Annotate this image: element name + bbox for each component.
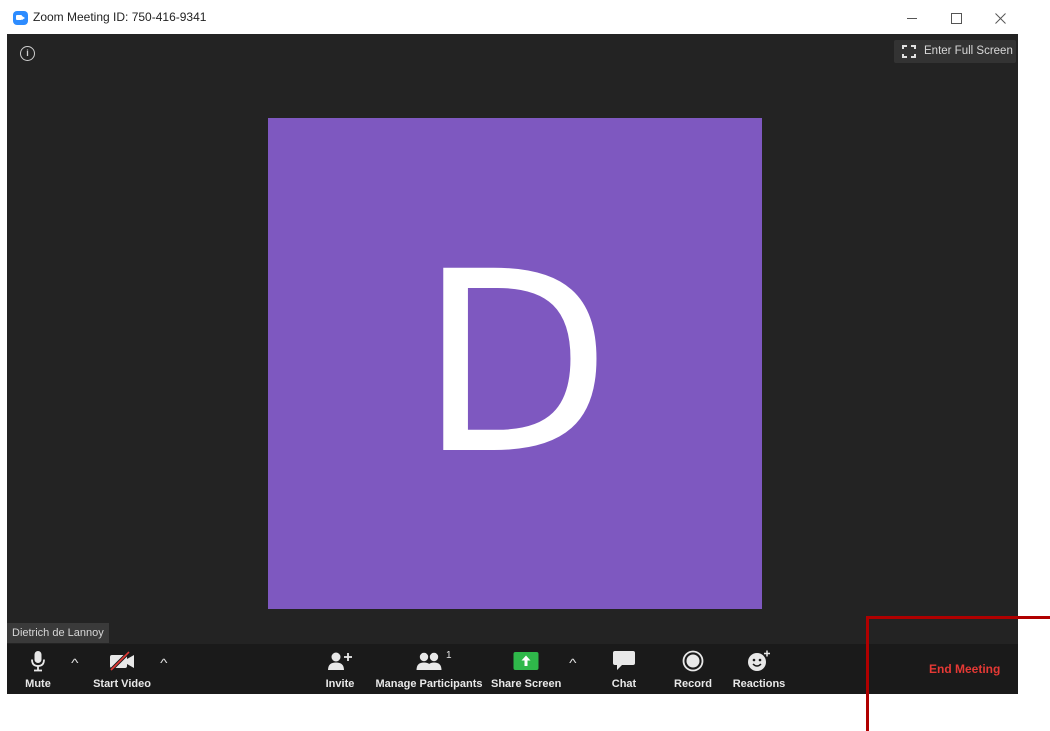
enter-full-screen-label: Enter Full Screen: [924, 45, 1013, 57]
minimize-icon: [907, 17, 917, 19]
minimize-button[interactable]: [892, 4, 932, 30]
window-title: Zoom Meeting ID: 750-416-9341: [33, 10, 207, 24]
invite-label: Invite: [325, 678, 355, 690]
close-button[interactable]: [980, 4, 1020, 30]
chat-label: Chat: [611, 678, 637, 690]
reactions-label: Reactions: [732, 678, 786, 690]
record-label: Record: [674, 678, 712, 690]
invite-button[interactable]: Invite: [320, 644, 360, 694]
annotation-line-vertical: [866, 616, 869, 731]
close-icon: [994, 12, 1006, 24]
maximize-icon: [950, 12, 962, 24]
info-icon[interactable]: i: [20, 46, 35, 61]
microphone-icon: [31, 651, 45, 672]
share-screen-icon: [513, 652, 539, 670]
audio-options-caret[interactable]: ^: [71, 656, 78, 670]
enter-full-screen-button[interactable]: Enter Full Screen: [894, 40, 1016, 63]
fullscreen-icon: [902, 45, 916, 58]
manage-participants-label: Manage Participants: [375, 678, 483, 690]
end-meeting-button[interactable]: End Meeting: [929, 662, 1000, 676]
record-icon: [682, 650, 704, 672]
maximize-button[interactable]: [936, 4, 976, 30]
participants-icon: [416, 652, 442, 670]
participants-count: 1: [446, 650, 452, 661]
participant-name-tag: Dietrich de Lannoy: [7, 623, 109, 643]
video-options-caret[interactable]: ^: [160, 656, 167, 670]
chat-button[interactable]: Chat: [604, 644, 644, 694]
title-bar: Zoom Meeting ID: 750-416-9341: [0, 0, 1050, 34]
avatar-initial: D: [418, 218, 612, 509]
annotation-line-horizontal: [866, 616, 1050, 619]
share-screen-label: Share Screen: [491, 678, 562, 690]
video-off-icon: [109, 651, 134, 671]
share-options-caret[interactable]: ^: [569, 656, 576, 670]
participant-avatar: D: [268, 118, 762, 609]
start-video-button[interactable]: Start Video: [87, 644, 157, 694]
share-screen-button[interactable]: Share Screen: [491, 644, 561, 694]
reactions-button[interactable]: Reactions: [729, 644, 789, 694]
start-video-label: Start Video: [93, 678, 151, 690]
reactions-icon: [748, 650, 770, 671]
video-stage: i Enter Full Screen D Dietrich de Lannoy: [7, 34, 1018, 644]
zoom-app-icon: [13, 11, 28, 25]
mute-label: Mute: [25, 678, 51, 690]
manage-participants-button[interactable]: Manage Participants: [374, 644, 484, 694]
add-person-icon: [328, 652, 352, 670]
mute-button[interactable]: Mute: [17, 644, 59, 694]
record-button[interactable]: Record: [670, 644, 716, 694]
chat-icon: [613, 651, 635, 670]
